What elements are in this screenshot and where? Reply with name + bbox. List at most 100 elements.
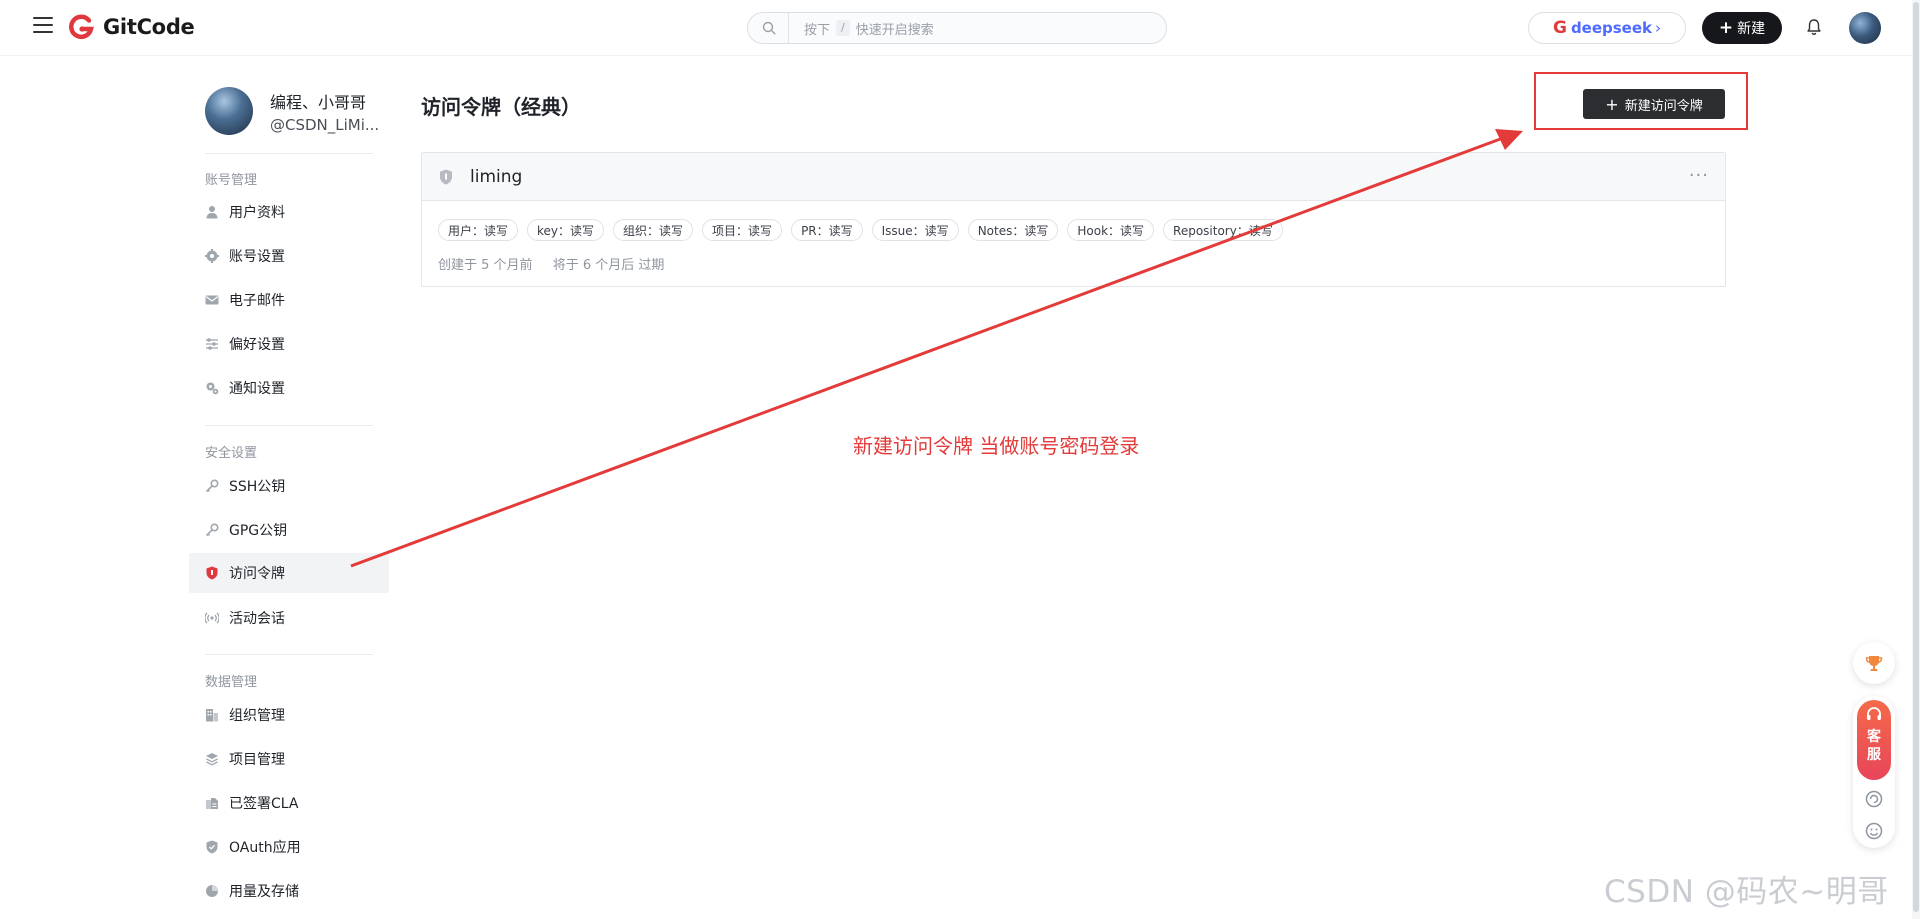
sidebar-item-label: 账号设置: [229, 249, 285, 265]
scope-badge: 用户：读写: [438, 219, 519, 241]
sidebar-item-active-sessions[interactable]: 活动会话: [189, 598, 389, 638]
gitcode-logo-icon: [69, 14, 94, 40]
gear-icon: [205, 249, 219, 263]
sidebar-item-gpg-keys[interactable]: GPG公钥: [189, 510, 389, 550]
chevron-right-icon: ›: [1655, 19, 1662, 37]
sidebar-item-projects[interactable]: 项目管理: [189, 739, 389, 779]
sidebar-divider: [205, 153, 373, 154]
token-meta: 创建于 5 个月前 将于 6 个月后 过期: [438, 254, 664, 273]
mail-icon: [205, 295, 219, 305]
watermark: CSDN @码农~明哥: [1604, 874, 1889, 910]
key-icon: [205, 479, 219, 493]
scope-badge: 项目：读写: [702, 219, 783, 241]
user-avatar[interactable]: [1849, 12, 1881, 44]
sidebar-item-label: 偏好设置: [229, 337, 285, 353]
sidebar-item-label: GPG公钥: [229, 523, 288, 539]
sidebar-item-organizations[interactable]: 组织管理: [189, 695, 389, 735]
key-icon: [205, 523, 219, 537]
deepseek-g-icon: G: [1552, 18, 1567, 38]
document-sign-icon: [206, 798, 218, 809]
sidebar-divider: [205, 425, 373, 426]
annotation-arrow: [350, 129, 1523, 568]
sidebar-item-notifications[interactable]: 通知设置: [189, 368, 389, 408]
token-expires: 将于 6 个月后 过期: [552, 258, 665, 273]
sidebar-item-oauth-apps[interactable]: OAuth应用: [189, 827, 389, 867]
shield-icon: [206, 566, 218, 580]
trophy-button[interactable]: [1853, 642, 1895, 684]
pie-chart-icon: [206, 885, 218, 897]
headset-icon: [1867, 707, 1881, 720]
sidebar-item-label: 活动会话: [229, 611, 285, 627]
sidebar-item-label: SSH公钥: [229, 479, 286, 495]
sidebar-item-label: OAuth应用: [229, 840, 301, 856]
sidebar-item-signed-cla[interactable]: 已签署CLA: [189, 783, 389, 823]
section-account: 账号管理: [205, 173, 258, 188]
smiley-icon[interactable]: [1865, 822, 1883, 840]
token-card-header: liming ···: [422, 153, 1725, 201]
more-options-icon[interactable]: ···: [1689, 165, 1709, 186]
search-divider: [788, 13, 789, 43]
profile-avatar: [205, 87, 253, 135]
sidebar-item-label: 组织管理: [229, 708, 285, 724]
bell-icon[interactable]: [1804, 17, 1824, 37]
layers-icon: [206, 753, 218, 766]
customer-service-button[interactable]: 客 服: [1857, 700, 1891, 780]
page-title: 访问令牌（经典）: [421, 95, 581, 119]
page-scrollbar[interactable]: [1912, 0, 1920, 919]
sidebar-item-label: 访问令牌: [229, 566, 285, 582]
scope-badge: Repository：读写: [1163, 219, 1283, 241]
sidebar-item-label: 已签署CLA: [229, 796, 299, 812]
search-bar[interactable]: 按下 / 快速开启搜索: [747, 12, 1167, 44]
gitcode-logo[interactable]: GitCode: [67, 13, 195, 41]
section-security: 安全设置: [205, 446, 258, 461]
plus-icon: +: [1718, 18, 1734, 38]
floating-toolbar: 客 服: [1853, 696, 1895, 848]
new-button-label: 新建: [1737, 21, 1766, 37]
refresh-icon[interactable]: [1865, 790, 1883, 808]
customer-service-char: 服: [1867, 747, 1881, 763]
notification-gear-icon: [206, 382, 219, 395]
search-icon: [762, 21, 776, 35]
scope-badge: Issue：读写: [871, 219, 959, 241]
deepseek-button[interactable]: G deepseek ›: [1528, 12, 1686, 44]
sidebar-item-preferences[interactable]: 偏好设置: [189, 324, 389, 364]
sidebar-item-usage-storage[interactable]: 用量及存储: [189, 871, 389, 911]
plus-icon: +: [1605, 94, 1619, 114]
search-shortcut-key: /: [836, 20, 850, 36]
scrollbar-thumb[interactable]: [1913, 2, 1919, 912]
profile-card: 编程、小哥哥 @CSDN_LiMi...: [205, 87, 379, 135]
new-button[interactable]: + 新建: [1702, 12, 1782, 44]
annotation-text: 新建访问令牌 当做账号密码登录: [853, 434, 1140, 458]
sidebar-item-ssh-keys[interactable]: SSH公钥: [189, 466, 389, 506]
user-icon: [206, 206, 218, 219]
create-access-token-label: 新建访问令牌: [1624, 98, 1703, 114]
section-data: 数据管理: [205, 675, 258, 690]
sliders-icon: [206, 338, 218, 350]
building-icon: [206, 709, 218, 722]
sidebar-item-label: 用量及存储: [229, 884, 299, 900]
scope-badge: Notes：读写: [967, 219, 1059, 241]
hamburger-menu-icon[interactable]: [33, 17, 53, 37]
token-name: liming: [470, 166, 523, 187]
sidebar-item-label: 用户资料: [229, 205, 285, 221]
create-access-token-button[interactable]: + 新建访问令牌: [1583, 89, 1725, 119]
profile-handle: @CSDN_LiMi...: [270, 115, 380, 134]
sidebar-item-user-profile[interactable]: 用户资料: [189, 192, 389, 232]
token-shield-icon: [440, 169, 452, 184]
scope-badge: 组织：读写: [613, 219, 694, 241]
deepseek-label: deepseek: [1570, 19, 1653, 37]
shield-check-icon: [206, 840, 218, 854]
token-created: 创建于 5 个月前: [438, 258, 533, 273]
scope-badge: PR：读写: [791, 219, 863, 241]
sidebar-item-email[interactable]: 电子邮件: [189, 280, 389, 320]
sidebar-item-access-tokens[interactable]: 访问令牌: [189, 553, 389, 593]
sidebar-divider: [205, 654, 373, 655]
token-card: liming ··· 用户：读写 key：读写 组织：读写 项目：读写 PR：读…: [421, 152, 1726, 287]
search-hint-prefix: 按下: [804, 22, 831, 38]
profile-name: 编程、小哥哥: [270, 92, 367, 112]
sidebar-item-label: 通知设置: [229, 381, 285, 397]
sidebar-item-label: 项目管理: [229, 752, 285, 768]
broadcast-icon: [205, 612, 219, 624]
sidebar-item-account-settings[interactable]: 账号设置: [189, 236, 389, 276]
scope-badge: Hook：读写: [1067, 219, 1155, 241]
